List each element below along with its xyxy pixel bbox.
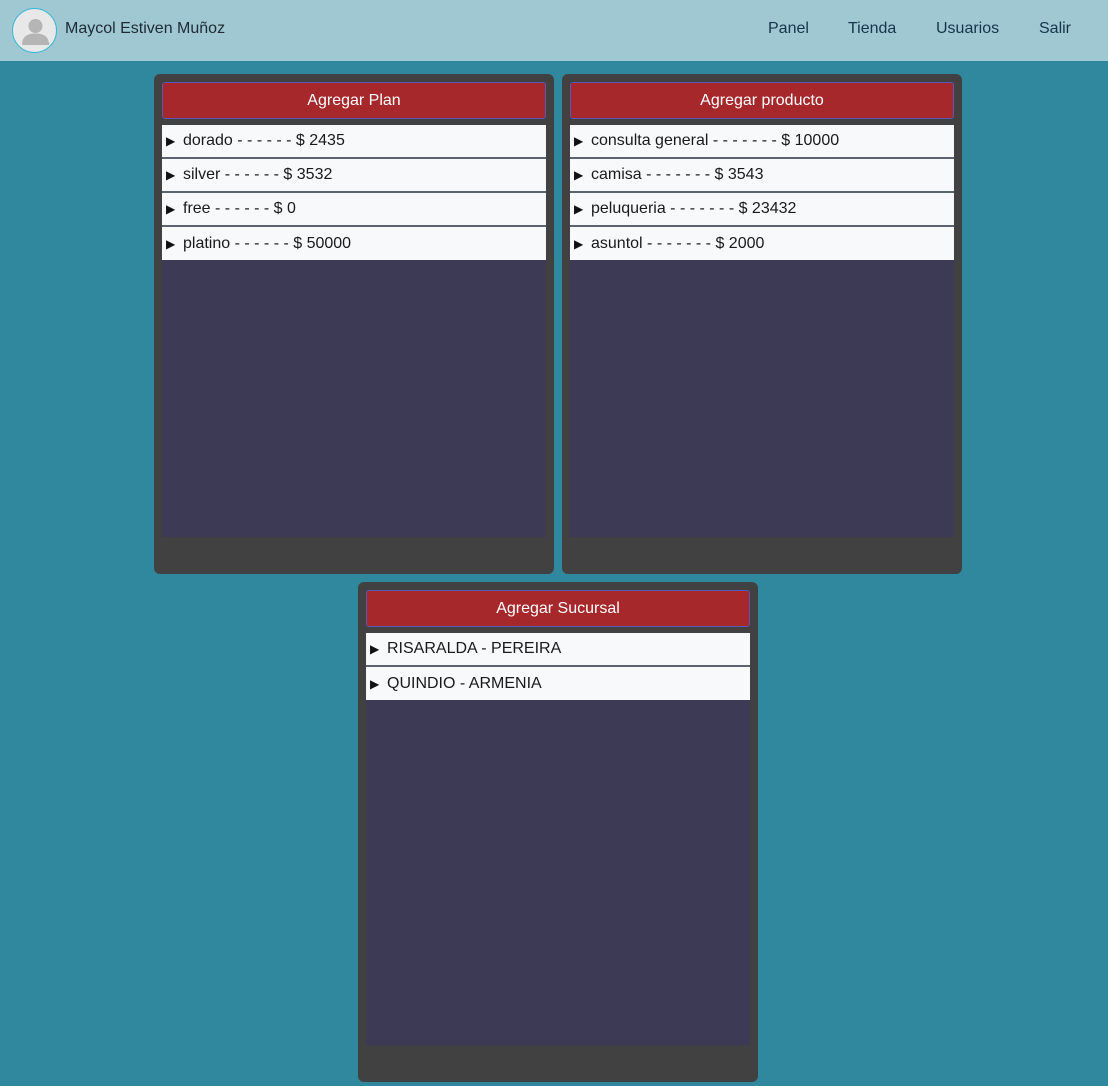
products-panel: Agregar producto ▶ consulta general - - … xyxy=(562,74,962,574)
plan-item[interactable]: ▶ free - - - - - - $ 0 xyxy=(162,193,546,227)
branch-item[interactable]: ▶ QUINDIO - ARMENIA xyxy=(366,667,750,700)
branches-panel: Agregar Sucursal ▶ RISARALDA - PEREIRA ▶… xyxy=(358,582,758,1082)
product-item-label: camisa - - - - - - - $ 3543 xyxy=(591,166,764,183)
nav-link-tienda[interactable]: Tienda xyxy=(848,20,896,38)
plans-list: ▶ dorado - - - - - - $ 2435 ▶ silver - -… xyxy=(162,125,546,260)
add-branch-button[interactable]: Agregar Sucursal xyxy=(366,590,750,627)
plan-item[interactable]: ▶ silver - - - - - - $ 3532 xyxy=(162,159,546,193)
user-avatar[interactable] xyxy=(12,8,57,53)
add-plan-button[interactable]: Agregar Plan xyxy=(162,82,546,119)
user-name: Maycol Estiven Muñoz xyxy=(65,20,226,37)
plan-item-label: platino - - - - - - $ 50000 xyxy=(183,234,352,252)
product-item-label: asuntol - - - - - - - $ 2000 xyxy=(591,234,765,252)
expand-triangle-icon: ▶ xyxy=(370,642,380,656)
product-item-label: consulta general - - - - - - - $ 10000 xyxy=(591,132,840,149)
nav-link-panel[interactable]: Panel xyxy=(768,20,809,38)
expand-triangle-icon: ▶ xyxy=(166,202,176,216)
add-product-button[interactable]: Agregar producto xyxy=(570,82,954,119)
nav-link-salir[interactable]: Salir xyxy=(1039,20,1071,38)
top-navbar: Maycol Estiven Muñoz Panel Tienda Usuari… xyxy=(0,0,1108,61)
plan-item[interactable]: ▶ platino - - - - - - $ 50000 xyxy=(162,227,546,260)
plan-item-label: silver - - - - - - $ 3532 xyxy=(183,166,333,183)
product-item[interactable]: ▶ asuntol - - - - - - - $ 2000 xyxy=(570,227,954,260)
plan-item-label: free - - - - - - $ 0 xyxy=(183,200,296,217)
plan-item[interactable]: ▶ dorado - - - - - - $ 2435 xyxy=(162,125,546,159)
product-item[interactable]: ▶ consulta general - - - - - - - $ 10000 xyxy=(570,125,954,159)
user-icon xyxy=(22,19,49,45)
expand-triangle-icon: ▶ xyxy=(574,236,584,251)
expand-triangle-icon: ▶ xyxy=(370,676,380,691)
product-item-label: peluqueria - - - - - - - $ 23432 xyxy=(591,200,797,217)
expand-triangle-icon: ▶ xyxy=(574,134,584,148)
products-list: ▶ consulta general - - - - - - - $ 10000… xyxy=(570,125,954,260)
expand-triangle-icon: ▶ xyxy=(166,168,176,182)
plans-panel: Agregar Plan ▶ dorado - - - - - - $ 2435… xyxy=(154,74,554,574)
branch-item-label: RISARALDA - PEREIRA xyxy=(387,640,562,657)
expand-triangle-icon: ▶ xyxy=(166,134,176,148)
expand-triangle-icon: ▶ xyxy=(574,168,584,182)
expand-triangle-icon: ▶ xyxy=(166,236,176,251)
product-item[interactable]: ▶ camisa - - - - - - - $ 3543 xyxy=(570,159,954,193)
expand-triangle-icon: ▶ xyxy=(574,202,584,216)
branch-item[interactable]: ▶ RISARALDA - PEREIRA xyxy=(366,633,750,667)
product-item[interactable]: ▶ peluqueria - - - - - - - $ 23432 xyxy=(570,193,954,227)
nav-link-usuarios[interactable]: Usuarios xyxy=(936,20,999,38)
plan-item-label: dorado - - - - - - $ 2435 xyxy=(183,132,345,149)
branch-item-label: QUINDIO - ARMENIA xyxy=(387,674,542,692)
branches-list: ▶ RISARALDA - PEREIRA ▶ QUINDIO - ARMENI… xyxy=(366,633,750,700)
